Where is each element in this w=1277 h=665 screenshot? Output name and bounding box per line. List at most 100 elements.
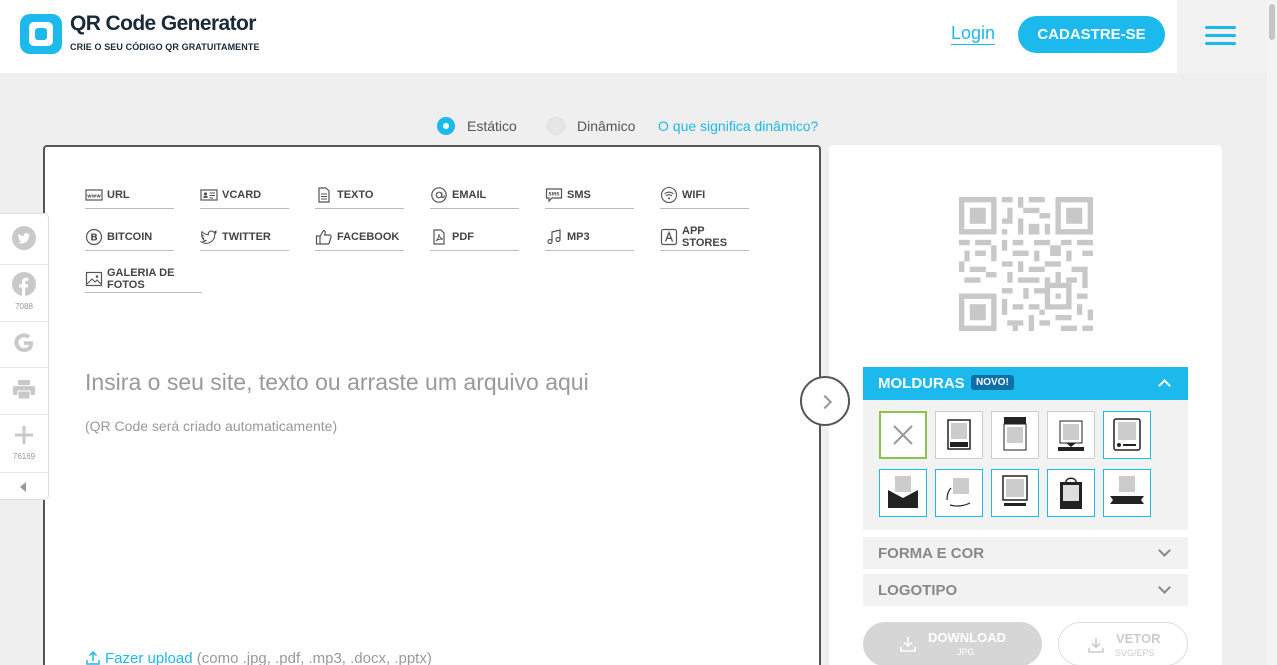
content-panel: www URL VCARD TEXTO EMAIL SMS SMS WIFI B…	[43, 145, 821, 665]
tab-wifi[interactable]: WIFI	[660, 181, 749, 209]
chevron-down-icon	[1158, 544, 1171, 557]
tab-label: URL	[107, 188, 130, 201]
frame-thumbnail-icon	[1058, 420, 1084, 451]
download-button[interactable]: DOWNLOAD JPG	[863, 622, 1042, 665]
tab-label: FACEBOOK	[337, 230, 400, 243]
svg-text:B: B	[90, 232, 98, 243]
logo-icon[interactable]	[20, 14, 62, 54]
vector-label: VETOR	[1116, 631, 1161, 646]
frame-thumbnail-icon	[1060, 477, 1082, 509]
menu-area	[1177, 0, 1267, 73]
tab-label: SMS	[567, 188, 591, 201]
tab-email[interactable]: EMAIL	[430, 181, 519, 209]
scrollbar[interactable]	[1267, 0, 1277, 665]
share-count: 76169	[12, 452, 36, 461]
frames-title: MOLDURAS	[878, 375, 965, 392]
frame-option[interactable]	[935, 411, 983, 459]
input-subtext: (QR Code será criado automaticamente)	[85, 418, 338, 434]
tab-app-stores[interactable]: APP STORES	[660, 223, 749, 251]
dynamic-label[interactable]: Dinâmico	[577, 118, 635, 134]
svg-text:SMS: SMS	[549, 191, 560, 197]
vector-download-button[interactable]: VETOR SVG/EPS	[1058, 622, 1188, 665]
download-format: JPG	[957, 647, 975, 657]
frame-thumbnail-icon	[947, 419, 971, 450]
static-label[interactable]: Estático	[467, 118, 517, 134]
bitcoin-icon: B	[85, 228, 103, 245]
download-icon	[1088, 638, 1104, 653]
tab-label: APP STORES	[682, 224, 728, 249]
tab-facebook[interactable]: FACEBOOK	[315, 223, 404, 251]
upload-hint: (como .jpg, .pdf, .mp3, .docx, .pptx)	[196, 650, 432, 665]
shape-color-section[interactable]: FORMA E COR	[863, 537, 1188, 569]
frame-option[interactable]	[1047, 469, 1095, 517]
dynamic-help-link[interactable]: O que significa dinâmico?	[658, 118, 818, 134]
chevron-down-icon	[1158, 581, 1171, 594]
sms-icon: SMS	[545, 187, 563, 202]
google-share[interactable]	[0, 331, 48, 360]
tab-texto[interactable]: TEXTO	[315, 181, 404, 209]
tab-galeria-de-fotos[interactable]: GALERIA DE FOTOS	[85, 265, 202, 293]
frame-option[interactable]	[935, 469, 983, 517]
tab-label: WIFI	[682, 188, 706, 201]
more-share[interactable]: 76169	[0, 424, 48, 461]
chevron-up-icon	[1158, 379, 1171, 392]
tab-label: EMAIL	[452, 188, 487, 201]
collapse-arrow-icon[interactable]	[20, 482, 26, 492]
scrollbar-thumb[interactable]	[1269, 4, 1275, 40]
frame-option[interactable]	[1047, 411, 1095, 459]
tab-url[interactable]: www URL	[85, 181, 174, 209]
frame-thumbnail-icon	[1110, 476, 1144, 504]
upload-link[interactable]: Fazer upload	[105, 650, 193, 665]
input-placeholder[interactable]: Insira o seu site, texto ou arraste um a…	[85, 369, 589, 396]
static-radio[interactable]	[437, 117, 455, 135]
tab-sms[interactable]: SMS SMS	[545, 181, 634, 209]
plus-icon	[15, 426, 33, 444]
music-note-icon	[547, 228, 561, 244]
at-icon	[431, 186, 447, 203]
logo-section[interactable]: LOGOTIPO	[863, 574, 1188, 606]
tab-twitter[interactable]: TWITTER	[200, 223, 289, 251]
signup-button[interactable]: CADASTRE-SE	[1018, 16, 1165, 53]
frame-option[interactable]	[991, 411, 1039, 459]
tab-pdf[interactable]: PDF	[430, 223, 519, 251]
facebook-icon	[12, 272, 36, 296]
tab-mp3[interactable]: MP3	[545, 223, 634, 251]
hamburger-menu-icon[interactable]	[1205, 26, 1236, 46]
printer-icon	[13, 380, 35, 400]
twitter-share[interactable]	[0, 226, 48, 255]
google-icon	[14, 333, 33, 353]
twitter-icon	[12, 226, 36, 250]
frames-grid	[863, 400, 1188, 530]
facebook-count: 7088	[15, 302, 33, 311]
image-icon	[85, 271, 103, 286]
tab-label: MP3	[567, 230, 590, 243]
shape-color-title: FORMA E COR	[878, 545, 985, 562]
next-arrow-button[interactable]	[800, 376, 850, 426]
print-button[interactable]	[0, 378, 48, 407]
tab-label: TEXTO	[337, 188, 374, 201]
login-link[interactable]: Login	[951, 23, 995, 44]
frame-option[interactable]	[1103, 469, 1151, 517]
frame-thumbnail-icon	[1002, 475, 1028, 506]
twitter-icon	[200, 229, 217, 244]
thumbs-up-icon	[315, 229, 332, 245]
tab-vcard[interactable]: VCARD	[200, 181, 289, 209]
frame-option[interactable]	[879, 469, 927, 517]
tab-bitcoin[interactable]: B BITCOIN	[85, 223, 174, 251]
app-store-icon	[660, 228, 678, 245]
pdf-icon	[433, 228, 445, 245]
frame-option[interactable]	[1103, 411, 1151, 459]
new-badge: NOVO!	[971, 375, 1014, 390]
upload-icon[interactable]	[85, 650, 101, 665]
frame-thumbnail-icon	[1113, 418, 1141, 451]
logo-section-title: LOGOTIPO	[878, 582, 958, 599]
frame-option[interactable]	[991, 469, 1039, 517]
logo-title[interactable]: QR Code Generator	[70, 12, 256, 36]
facebook-share[interactable]: 7088	[0, 272, 48, 311]
frames-section-header[interactable]: MOLDURAS NOVO!	[863, 367, 1188, 400]
frame-none[interactable]	[879, 411, 927, 459]
vector-format: SVG/EPS	[1115, 648, 1155, 658]
dynamic-radio[interactable]	[547, 117, 565, 135]
tab-label: BITCOIN	[107, 230, 153, 243]
tab-label: VCARD	[222, 188, 262, 201]
